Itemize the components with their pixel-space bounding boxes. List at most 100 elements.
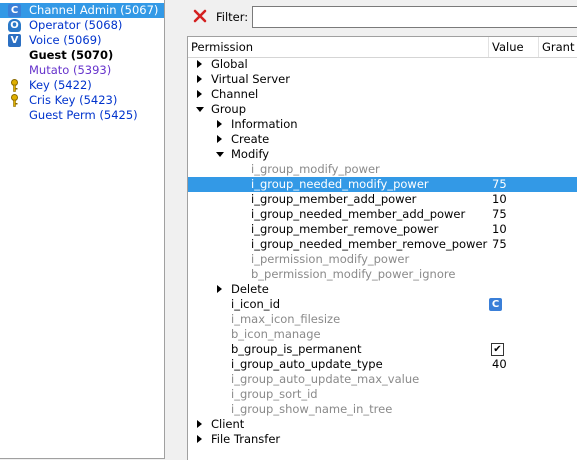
row-value[interactable]: 75 xyxy=(492,177,507,192)
group-item-operator[interactable]: O Operator (5068) xyxy=(0,18,164,33)
column-permission[interactable]: Permission xyxy=(188,37,489,57)
voice-icon: V xyxy=(8,34,21,47)
row-label: i_group_sort_id xyxy=(231,387,318,401)
permission-row[interactable]: i_group_auto_update_type 40 xyxy=(188,357,577,372)
row-label: b_icon_manage xyxy=(231,327,321,341)
group-label: Mutato (5393) xyxy=(29,63,112,77)
row-label: i_group_modify_power xyxy=(251,162,380,176)
row-label: i_group_needed_member_add_power xyxy=(251,207,466,221)
permission-row[interactable]: b_group_is_permanent ✔ xyxy=(188,342,577,357)
tree-category-delete[interactable]: Delete xyxy=(188,282,577,297)
group-label: Key (5422) xyxy=(29,78,92,92)
expand-arrow-icon[interactable] xyxy=(197,60,202,68)
tree-category-channel[interactable]: Channel xyxy=(188,87,577,102)
row-label: i_group_show_name_in_tree xyxy=(231,402,393,416)
row-label: i_max_icon_filesize xyxy=(231,312,341,326)
row-label: i_group_needed_modify_power xyxy=(251,177,429,191)
group-label: Voice (5069) xyxy=(29,33,102,47)
row-label: Global xyxy=(211,57,248,71)
filter-label: Filter: xyxy=(216,10,249,24)
expand-arrow-icon[interactable] xyxy=(197,435,202,443)
expand-arrow-icon[interactable] xyxy=(197,420,202,428)
permission-row[interactable]: i_group_needed_modify_power 75 xyxy=(188,177,577,192)
tree-category-create[interactable]: Create xyxy=(188,132,577,147)
group-item-channel-admin[interactable]: C Channel Admin (5067) xyxy=(0,3,164,18)
row-label: i_icon_id xyxy=(231,297,281,311)
group-item-voice[interactable]: V Voice (5069) xyxy=(0,33,164,48)
row-label: i_permission_modify_power xyxy=(251,252,410,266)
row-label: b_permission_modify_power_ignore xyxy=(251,267,456,281)
operator-icon: O xyxy=(8,19,21,32)
row-label: i_group_auto_update_max_value xyxy=(231,372,420,386)
channel-admin-icon[interactable]: C xyxy=(489,298,502,311)
key-icon xyxy=(11,79,18,92)
tree-category-client[interactable]: Client xyxy=(188,417,577,432)
value-checkbox[interactable]: ✔ xyxy=(491,343,504,356)
row-label: Modify xyxy=(231,147,270,161)
expand-arrow-icon[interactable] xyxy=(217,120,222,128)
collapse-arrow-icon[interactable] xyxy=(216,152,224,157)
permission-tree[interactable]: Permission Value Grant Global Virtual Se… xyxy=(187,36,577,460)
collapse-arrow-icon[interactable] xyxy=(196,107,204,112)
key-icon xyxy=(11,94,18,107)
clear-filter-icon[interactable] xyxy=(192,8,208,24)
row-label: Channel xyxy=(211,87,259,101)
expand-arrow-icon[interactable] xyxy=(197,75,202,83)
row-value[interactable]: 40 xyxy=(492,357,507,372)
group-label: Channel Admin (5067) xyxy=(29,3,159,17)
tree-category-information[interactable]: Information xyxy=(188,117,577,132)
row-label: b_group_is_permanent xyxy=(231,342,362,356)
row-label: Delete xyxy=(231,282,269,296)
tree-category-virtual-server[interactable]: Virtual Server xyxy=(188,72,577,87)
expand-arrow-icon[interactable] xyxy=(217,285,222,293)
group-label: Cris Key (5423) xyxy=(29,93,118,107)
row-label: File Transfer xyxy=(211,432,281,446)
tree-category-file-transfer[interactable]: File Transfer xyxy=(188,432,577,447)
row-value[interactable]: 75 xyxy=(492,207,507,222)
group-list[interactable]: C Channel Admin (5067) O Operator (5068)… xyxy=(0,0,165,459)
permission-row[interactable]: i_group_member_remove_power 10 xyxy=(188,222,577,237)
row-label: Create xyxy=(231,132,270,146)
permission-row[interactable]: i_icon_id C xyxy=(188,297,577,312)
tree-category-group[interactable]: Group xyxy=(188,102,577,117)
tree-category-global[interactable]: Global xyxy=(188,57,577,72)
permission-row[interactable]: i_permission_modify_power xyxy=(188,252,577,267)
permission-row[interactable]: i_group_member_add_power 10 xyxy=(188,192,577,207)
permission-row[interactable]: i_group_auto_update_max_value xyxy=(188,372,577,387)
expand-arrow-icon[interactable] xyxy=(197,90,202,98)
row-value[interactable]: 10 xyxy=(492,192,507,207)
filter-toolbar: Filter: xyxy=(165,0,577,36)
filter-input[interactable] xyxy=(252,6,577,28)
permission-row[interactable]: i_group_modify_power xyxy=(188,162,577,177)
permission-row[interactable]: b_permission_modify_power_ignore xyxy=(188,267,577,282)
group-item-key[interactable]: Key (5422) xyxy=(0,78,164,93)
group-item-guest[interactable]: Guest (5070) xyxy=(0,48,164,63)
group-label: Operator (5068) xyxy=(29,18,123,32)
row-label: i_group_needed_member_remove_power xyxy=(251,237,488,251)
expand-arrow-icon[interactable] xyxy=(217,135,222,143)
row-label: Information xyxy=(231,117,298,131)
row-label: i_group_auto_update_type xyxy=(231,357,383,371)
permission-tree-header: Permission Value Grant xyxy=(188,37,577,58)
row-label: Client xyxy=(211,417,245,431)
permission-row[interactable]: i_group_needed_member_remove_power 75 xyxy=(188,237,577,252)
permission-row[interactable]: b_icon_manage xyxy=(188,327,577,342)
row-label: Virtual Server xyxy=(211,72,290,86)
row-value[interactable]: 10 xyxy=(492,222,507,237)
permission-row[interactable]: i_group_show_name_in_tree xyxy=(188,402,577,417)
permission-row[interactable]: i_group_sort_id xyxy=(188,387,577,402)
row-label: i_group_member_remove_power xyxy=(251,222,439,236)
channel-admin-icon: C xyxy=(8,4,21,17)
group-item-cris-key[interactable]: Cris Key (5423) xyxy=(0,93,164,108)
row-label: Group xyxy=(211,102,247,116)
column-grant[interactable]: Grant xyxy=(539,37,577,57)
permission-row[interactable]: i_group_needed_member_add_power 75 xyxy=(188,207,577,222)
permission-row[interactable]: i_max_icon_filesize xyxy=(188,312,577,327)
group-item-mutato[interactable]: Mutato (5393) xyxy=(0,63,164,78)
column-value[interactable]: Value xyxy=(489,37,539,57)
row-value[interactable]: 75 xyxy=(492,237,507,252)
group-item-guest-perm[interactable]: Guest Perm (5425) xyxy=(0,108,164,123)
tree-category-modify[interactable]: Modify xyxy=(188,147,577,162)
row-label: i_group_member_add_power xyxy=(251,192,417,206)
group-label: Guest Perm (5425) xyxy=(29,108,138,122)
